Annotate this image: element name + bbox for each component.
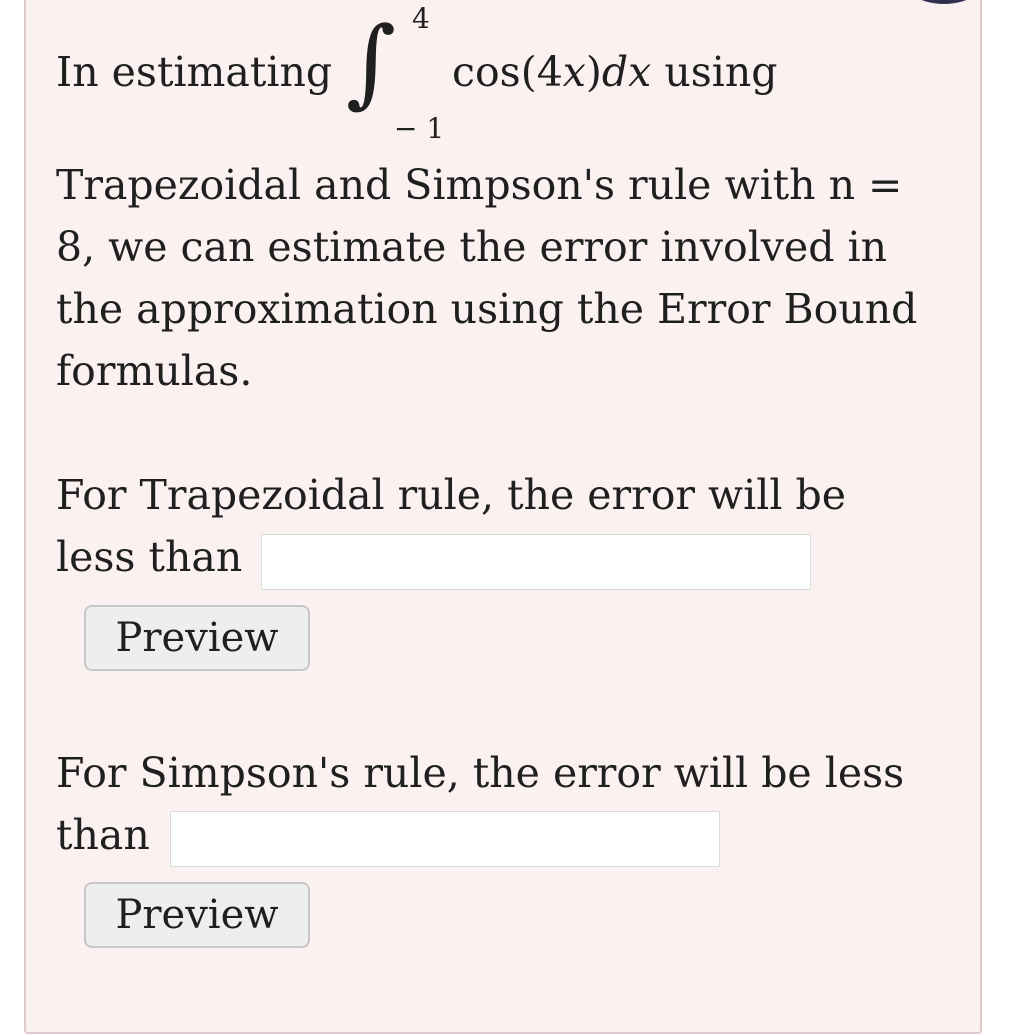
after-integral-text: using: [664, 48, 778, 96]
trapezoidal-error-input[interactable]: [261, 534, 811, 590]
intro-text: In estimating: [56, 48, 333, 96]
statement-line-2: 8, we can estimate the error involved in: [56, 223, 888, 271]
integrand-differential: dx: [601, 48, 652, 96]
integral-lower-limit: − 1: [394, 112, 445, 145]
integrand-variable: x: [562, 48, 586, 96]
simpson-prompt-line-1: For Simpson's rule, the error will be le…: [56, 749, 905, 797]
integrand-function: cos: [452, 48, 521, 96]
simpson-error-input[interactable]: [170, 811, 720, 867]
simpson-preview-button[interactable]: Preview: [84, 882, 310, 948]
integrand-coefficient: 4: [536, 48, 563, 96]
integral-sign-icon: ∫: [346, 6, 397, 118]
statement-line-4: formulas.: [56, 347, 253, 395]
integrand-open-paren: (: [520, 48, 537, 96]
statement-line-1: Trapezoidal and Simpson's rule with n =: [56, 161, 903, 209]
statement-line-3: the approximation using the Error Bound: [56, 285, 918, 333]
trapezoidal-prompt-line-1: For Trapezoidal rule, the error will be: [56, 471, 847, 519]
simpson-prompt-line-2: than: [56, 811, 150, 859]
integral-upper-limit: 4: [412, 2, 430, 35]
integrand-close-paren: ): [585, 48, 602, 96]
integrand: cos(4x)dx using: [452, 48, 778, 96]
trapezoidal-preview-button[interactable]: Preview: [84, 605, 310, 671]
trapezoidal-prompt-line-2: less than: [56, 533, 243, 581]
